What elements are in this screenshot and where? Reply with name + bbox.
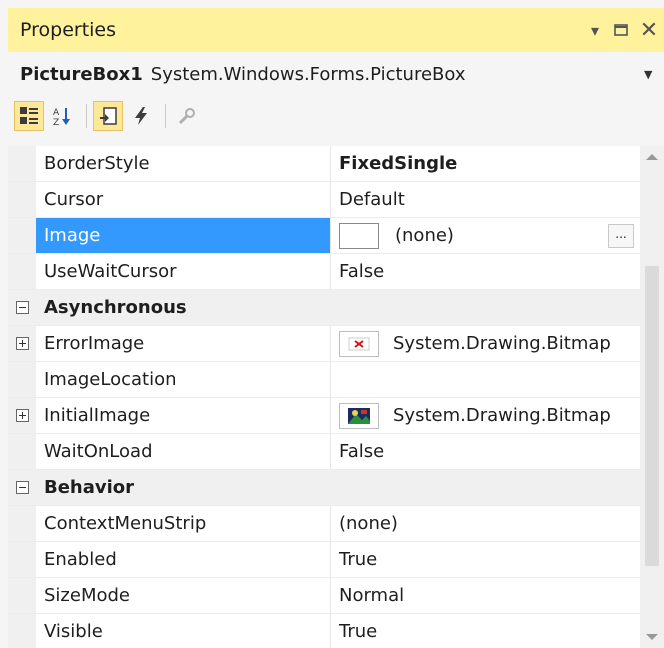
collapse-icon[interactable] [15, 481, 29, 494]
properties-icon [100, 107, 117, 125]
category-label: Behavior [44, 477, 135, 498]
property-row-usewaitcursor[interactable]: UseWaitCursor False [8, 254, 640, 290]
property-row-imagelocation[interactable]: ImageLocation [8, 362, 640, 398]
properties-title-bar: Properties ▾ ✕ [8, 8, 664, 52]
property-value[interactable] [330, 362, 640, 397]
property-value-text: System.Drawing.Bitmap [393, 404, 611, 426]
events-button[interactable] [126, 101, 156, 131]
svg-text:Z: Z [53, 118, 59, 127]
property-row-contextmenustrip[interactable]: ContextMenuStrip (none) [8, 506, 640, 542]
image-preview-swatch [339, 222, 379, 249]
object-type: System.Windows.Forms.PictureBox [150, 63, 466, 85]
property-pages-icon [178, 108, 195, 125]
initial-image-thumbnail-icon [339, 402, 379, 429]
scroll-down-icon[interactable] [646, 634, 658, 640]
scrollbar-thumb[interactable] [645, 266, 659, 566]
property-name: ErrorImage [44, 333, 145, 354]
categorized-icon [20, 107, 38, 124]
alphabetical-button[interactable]: A Z [47, 101, 77, 131]
category-row-behavior[interactable]: Behavior [8, 470, 640, 506]
window-position-dropdown-icon[interactable]: ▾ [582, 21, 608, 40]
property-row-cursor[interactable]: Cursor Default [8, 182, 640, 218]
property-name: UseWaitCursor [44, 261, 177, 282]
dropdown-arrow-icon[interactable]: ▼ [644, 68, 664, 81]
events-icon [135, 107, 147, 125]
property-row-initialimage[interactable]: InitialImage System.Drawing.Bitmap [8, 398, 640, 434]
property-name: ContextMenuStrip [44, 513, 207, 534]
property-row-waitonload[interactable]: WaitOnLoad False [8, 434, 640, 470]
error-image-thumbnail-icon [339, 330, 379, 357]
property-value[interactable]: False [330, 434, 640, 469]
expand-icon[interactable] [15, 337, 29, 350]
property-value[interactable]: Default [330, 182, 640, 217]
property-value[interactable]: FixedSingle [330, 146, 640, 181]
property-row-image[interactable]: Image (none) ... [8, 218, 640, 254]
toolbar-separator [86, 104, 87, 128]
property-name: Image [36, 218, 330, 253]
property-value[interactable]: True [330, 614, 640, 648]
property-row-borderstyle[interactable]: BorderStyle FixedSingle [8, 146, 640, 182]
property-row-visible[interactable]: Visible True [8, 614, 640, 648]
property-row-enabled[interactable]: Enabled True [8, 542, 640, 578]
category-row-asynchronous[interactable]: Asynchronous [8, 290, 640, 326]
properties-button[interactable] [93, 101, 123, 131]
property-name: ImageLocation [44, 369, 177, 390]
property-name: SizeMode [44, 585, 130, 606]
category-label: Asynchronous [44, 297, 187, 318]
property-value-text: System.Drawing.Bitmap [393, 332, 611, 354]
maximize-icon[interactable] [608, 21, 634, 40]
scroll-up-icon[interactable] [646, 154, 658, 160]
categorized-button[interactable] [14, 101, 44, 131]
browse-ellipsis-button[interactable]: ... [608, 224, 634, 248]
property-value[interactable]: True [330, 542, 640, 577]
property-name: Cursor [44, 189, 104, 210]
property-value[interactable]: (none) [330, 506, 640, 541]
property-value-text: (none) [395, 224, 454, 246]
close-icon[interactable]: ✕ [634, 18, 664, 43]
property-pages-button[interactable] [172, 101, 202, 131]
property-value[interactable]: False [330, 254, 640, 289]
property-name: InitialImage [44, 405, 151, 426]
expand-icon[interactable] [15, 409, 29, 422]
object-name: PictureBox1 [20, 63, 143, 85]
vertical-scrollbar[interactable] [640, 146, 664, 648]
window-title: Properties [20, 19, 117, 41]
toolbar-separator [165, 104, 166, 128]
collapse-icon[interactable] [15, 301, 29, 314]
property-value-errorimage[interactable]: System.Drawing.Bitmap [330, 326, 640, 361]
property-name: WaitOnLoad [44, 441, 153, 462]
alphabetical-icon: A Z [53, 108, 70, 127]
object-selector[interactable]: PictureBox1 System.Windows.Forms.Picture… [8, 56, 664, 92]
property-value-initialimage[interactable]: System.Drawing.Bitmap [330, 398, 640, 433]
svg-text:A: A [53, 108, 60, 118]
property-value[interactable]: Normal [330, 578, 640, 613]
property-name: Enabled [44, 549, 117, 570]
property-grid: BorderStyle FixedSingle Cursor Default I… [8, 146, 640, 648]
property-value-image[interactable]: (none) ... [330, 218, 640, 253]
property-row-errorimage[interactable]: ErrorImage System.Drawing.Bitmap [8, 326, 640, 362]
property-name: BorderStyle [44, 153, 150, 174]
property-row-sizemode[interactable]: SizeMode Normal [8, 578, 640, 614]
properties-toolbar: A Z [8, 96, 664, 136]
property-name: Visible [44, 621, 103, 642]
